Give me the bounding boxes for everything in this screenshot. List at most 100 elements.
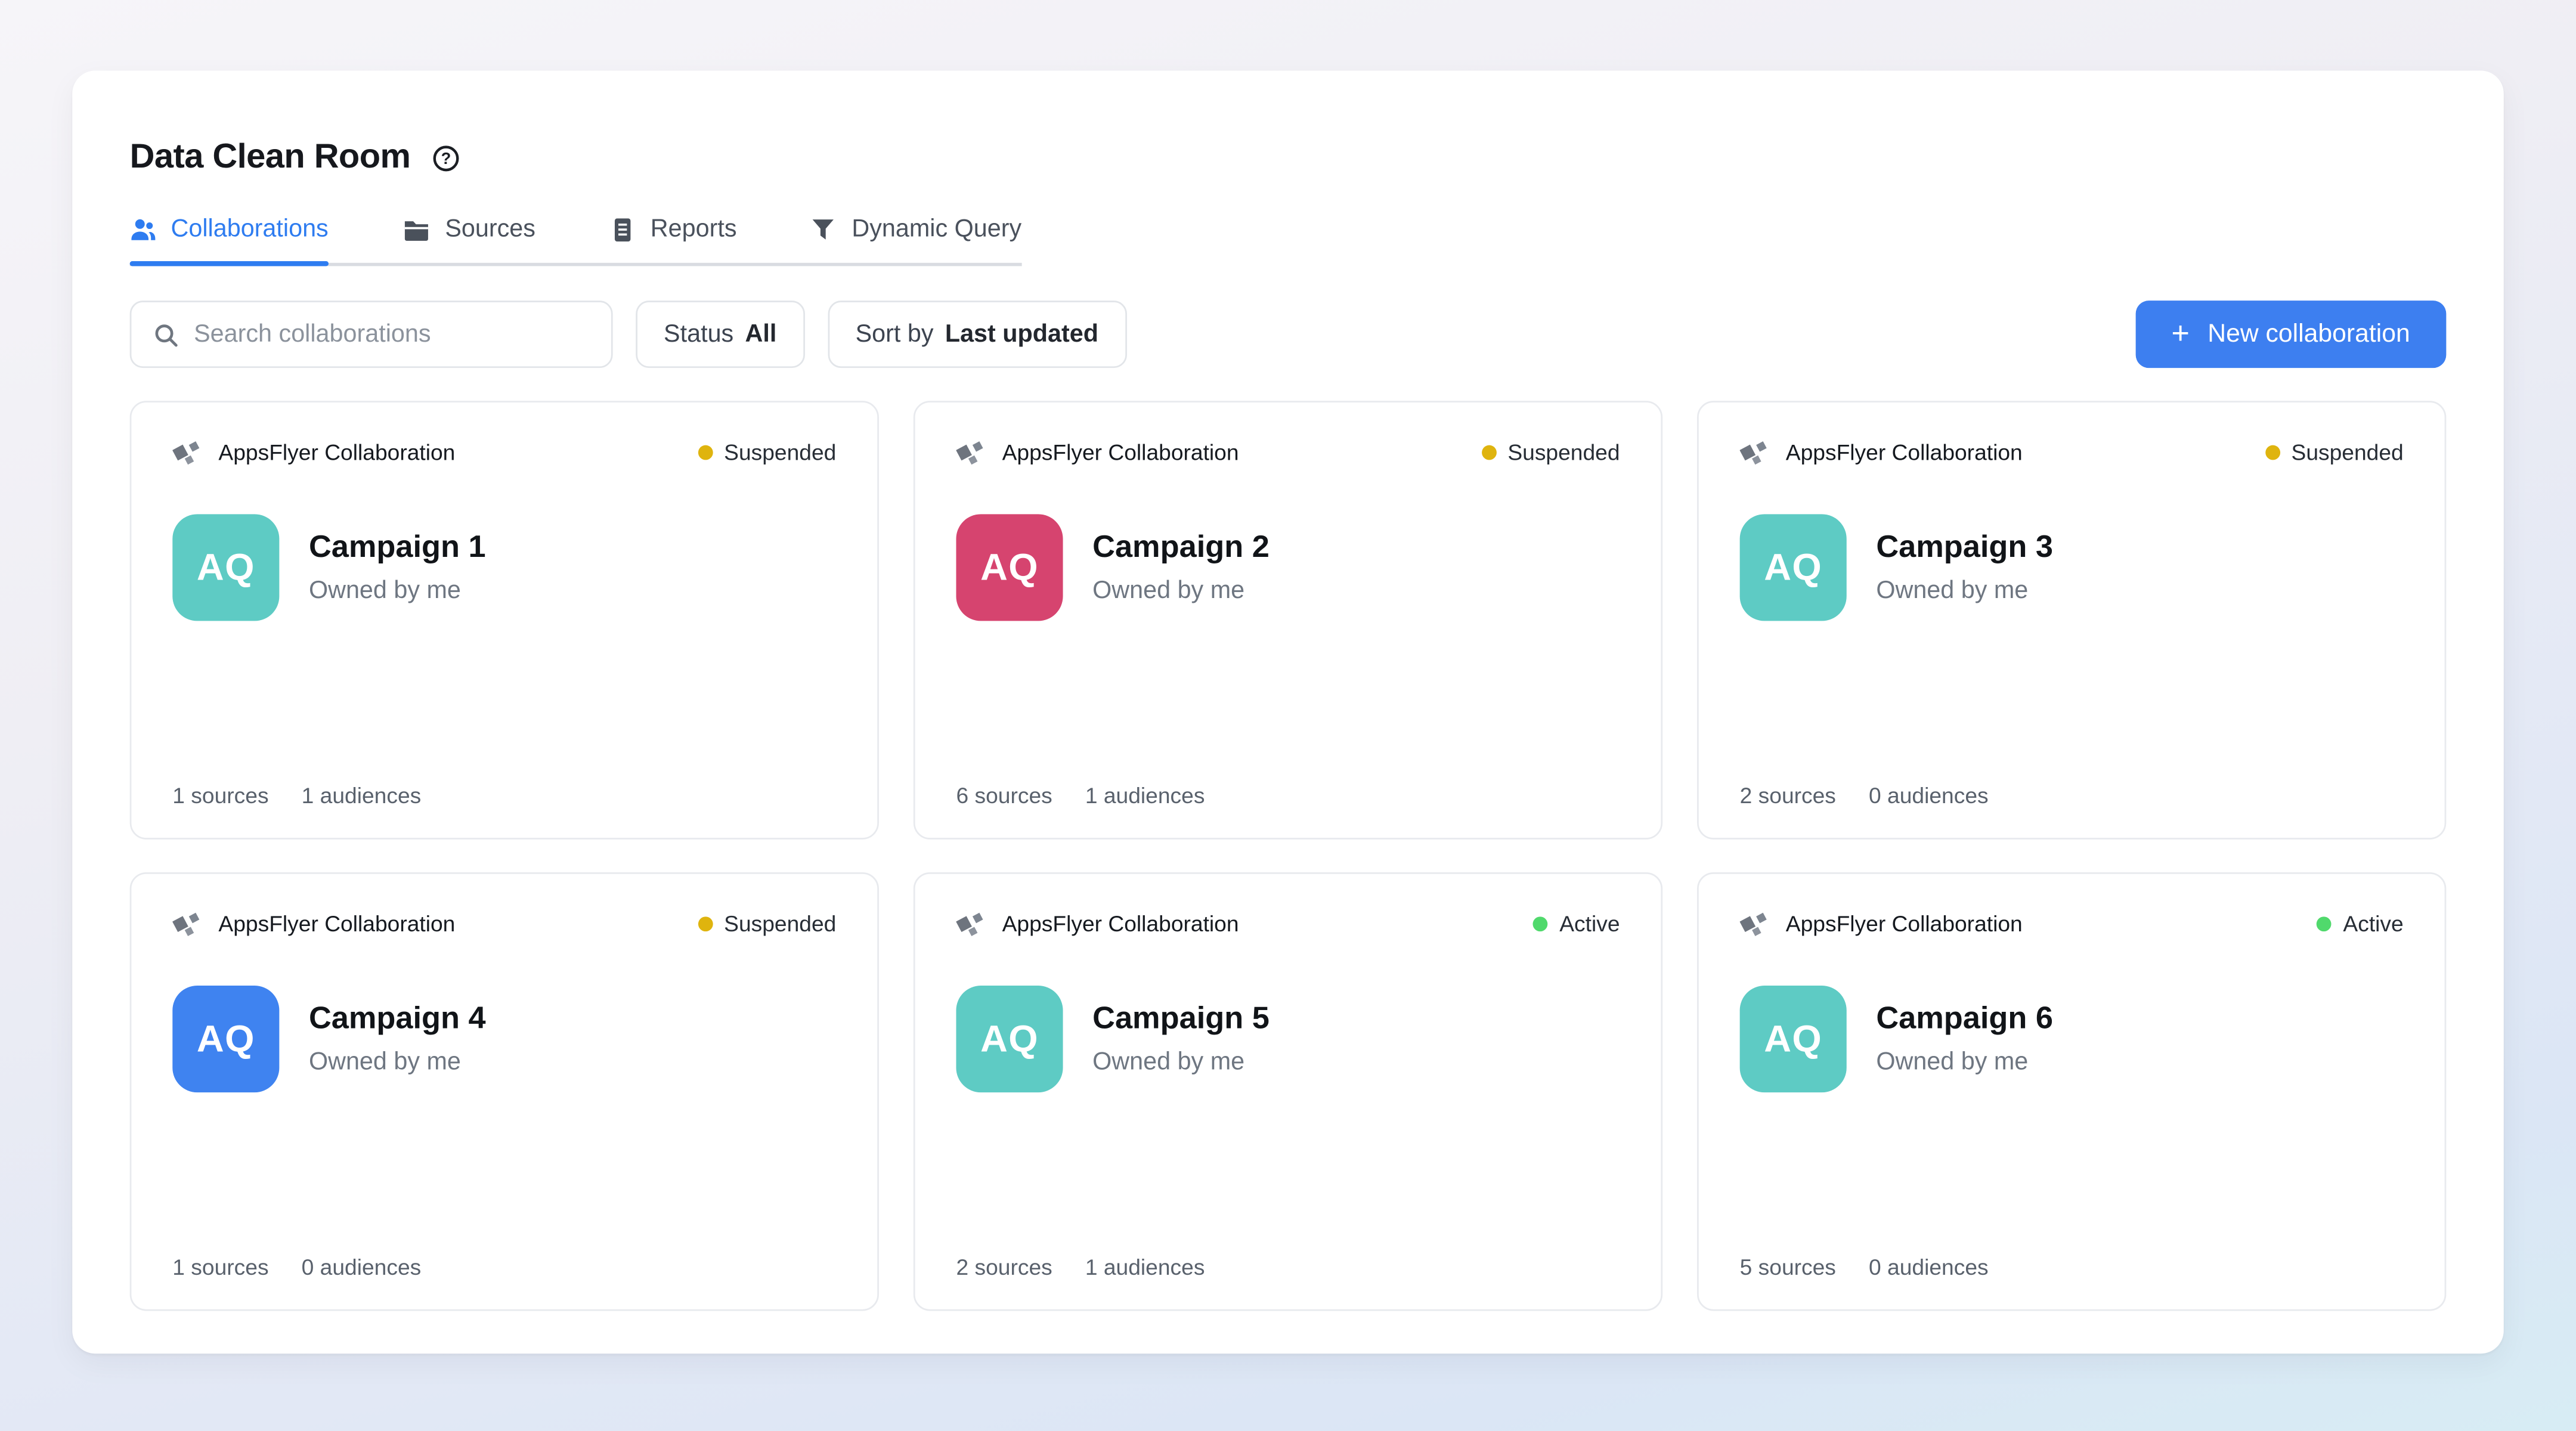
collaborations-grid: AppsFlyer Collaboration Suspended AQ Cam… [129,401,2447,1311]
status-badge: Suspended [698,912,836,936]
svg-text:?: ? [441,148,451,167]
folder-icon [402,216,431,242]
collab-owner: Owned by me [1092,1048,1245,1076]
page-header: Data Clean Room ? [130,138,2447,177]
tab-reports[interactable]: Reports [609,215,737,263]
collab-info: Campaign 4 Owned by me [309,1002,486,1076]
card-stats: 6 sources 1 audiences [956,783,1620,808]
status-dot [1533,916,1548,932]
tab-label: Dynamic Query [852,215,1022,243]
search-icon [153,321,179,348]
tab-dynamic-query[interactable]: Dynamic Query [811,215,1022,263]
card-main: AQ Campaign 4 Owned by me [172,986,836,1093]
tab-label: Sources [445,215,535,243]
search-input[interactable] [194,320,590,349]
collab-info: Campaign 3 Owned by me [1876,531,2053,605]
collab-info: Campaign 5 Owned by me [1092,1002,1270,1076]
collab-avatar: AQ [956,514,1063,621]
tab-label: Reports [650,215,737,243]
search-box[interactable] [129,301,613,368]
status-dot [2317,916,2332,932]
card-stats: 2 sources 0 audiences [1740,783,2404,808]
collab-owner: Owned by me [1876,577,2029,605]
status-badge: Suspended [1481,440,1620,465]
collab-avatar: AQ [1739,514,1847,621]
audiences-count: 1 audiences [1085,1255,1205,1280]
card-main: AQ Campaign 6 Owned by me [1739,986,2404,1093]
tab-collaborations[interactable]: Collaborations [129,215,329,267]
card-header: AppsFlyer Collaboration Active [956,910,1620,938]
provider-label: AppsFlyer Collaboration [218,440,456,465]
card-main: AQ Campaign 2 Owned by me [956,514,1620,621]
collab-title: Campaign 2 [1092,530,1270,565]
status-dot [698,445,713,460]
card-header: AppsFlyer Collaboration Active [1739,910,2404,938]
collaboration-card[interactable]: AppsFlyer Collaboration Suspended AQ Cam… [129,401,879,840]
status-badge: Active [2317,912,2404,937]
card-stats: 5 sources 0 audiences [1740,1255,2404,1280]
sort-by-dropdown[interactable]: Sort by Last updated [827,301,1126,368]
audiences-count: 0 audiences [301,1255,422,1280]
sources-count: 2 sources [1739,783,1836,809]
collaboration-card[interactable]: AppsFlyer Collaboration Suspended AQ Cam… [913,401,1663,840]
card-stats: 2 sources 1 audiences [956,1255,1620,1280]
status-text: Active [2343,912,2404,937]
appsflyer-logo-icon [956,439,986,467]
sources-count: 1 sources [172,1255,269,1280]
collab-owner: Owned by me [308,577,461,605]
collaboration-card[interactable]: AppsFlyer Collaboration Active AQ Campai… [913,872,1663,1311]
appsflyer-logo-icon [1739,439,1770,467]
collab-info: Campaign 1 Owned by me [309,531,486,605]
sources-count: 6 sources [956,783,1052,809]
status-filter-label: Status [664,320,734,349]
sources-count: 5 sources [1739,1255,1836,1280]
audiences-count: 1 audiences [301,783,422,809]
tab-label: Collaborations [171,215,329,243]
tab-bar: Collaborations Sources Reports Dynamic Q… [129,215,1022,267]
card-main: AQ Campaign 3 Owned by me [1739,514,2404,621]
help-circle-icon[interactable]: ? [432,144,460,172]
new-collaboration-button[interactable]: + New collaboration [2135,301,2447,368]
collab-owner: Owned by me [308,1048,461,1076]
collaboration-card[interactable]: AppsFlyer Collaboration Suspended AQ Cam… [129,872,879,1311]
tab-sources[interactable]: Sources [402,215,535,263]
collaboration-card[interactable]: AppsFlyer Collaboration Active AQ Campai… [1697,872,2447,1311]
card-header: AppsFlyer Collaboration Suspended [172,439,836,467]
card-stats: 1 sources 1 audiences [172,783,836,808]
card-main: AQ Campaign 5 Owned by me [956,986,1620,1093]
report-icon [609,216,636,242]
status-dot [698,916,713,932]
users-icon [130,216,156,242]
status-text: Suspended [1507,440,1620,465]
audiences-count: 0 audiences [1869,783,1989,809]
new-collaboration-label: New collaboration [2207,319,2410,348]
sources-count: 1 sources [172,783,269,809]
funnel-icon [811,216,837,242]
status-filter[interactable]: Status All [636,301,805,368]
plus-icon: + [2171,316,2190,351]
collab-avatar: AQ [1739,986,1847,1093]
collab-avatar: AQ [172,986,280,1093]
sort-by-value: Last updated [945,320,1099,349]
status-filter-value: All [745,320,777,349]
collaboration-card[interactable]: AppsFlyer Collaboration Suspended AQ Cam… [1697,401,2447,840]
appsflyer-logo-icon [172,439,202,467]
provider-label: AppsFlyer Collaboration [1785,912,2023,937]
status-text: Active [1559,912,1620,937]
sort-by-label: Sort by [855,320,934,349]
collab-info: Campaign 6 Owned by me [1876,1002,2053,1076]
card-header: AppsFlyer Collaboration Suspended [1739,439,2404,467]
provider-label: AppsFlyer Collaboration [1785,440,2023,465]
status-text: Suspended [724,912,837,937]
audiences-count: 1 audiences [1085,783,1205,809]
card-stats: 1 sources 0 audiences [172,1255,836,1280]
provider-label: AppsFlyer Collaboration [1002,440,1239,465]
main-panel: Data Clean Room ? Collaborations Sources… [72,70,2504,1354]
status-badge: Suspended [698,440,836,465]
audiences-count: 0 audiences [1869,1255,1989,1280]
provider-label: AppsFlyer Collaboration [1002,912,1239,937]
collab-avatar: AQ [956,986,1063,1093]
toolbar: Status All Sort by Last updated + New co… [129,301,2447,368]
sources-count: 2 sources [956,1255,1052,1280]
card-header: AppsFlyer Collaboration Suspended [956,439,1620,467]
